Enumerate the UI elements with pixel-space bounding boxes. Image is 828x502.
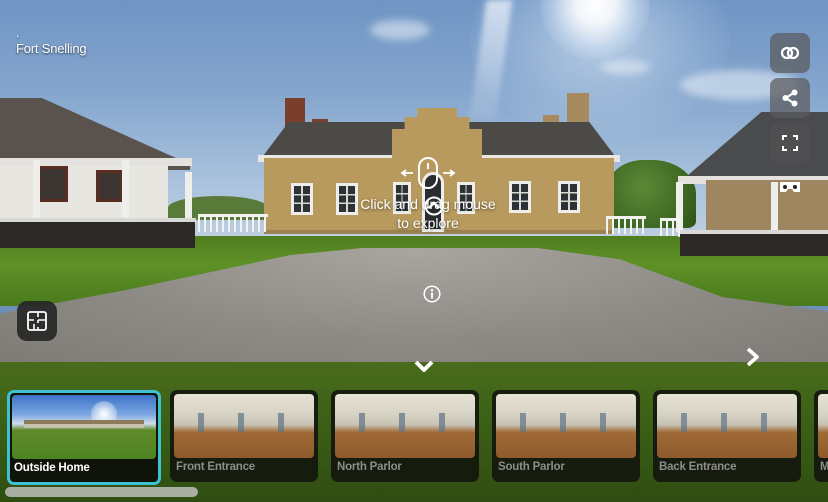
cloud (600, 60, 650, 74)
info-icon[interactable] (423, 285, 441, 303)
fence (606, 216, 646, 234)
porch-post (122, 160, 129, 222)
left-house-base (0, 222, 195, 248)
thumbnail-scrollbar[interactable] (5, 487, 198, 497)
fence (198, 214, 268, 232)
scene-thumbnail-front-entrance[interactable]: Front Entrance (170, 390, 318, 482)
scene-thumbnail-strip[interactable]: Outside Home Front Entrance North Parlor… (0, 388, 828, 485)
right-house-base (680, 234, 828, 256)
thumbnail-image (818, 394, 828, 458)
tour-subtitle: . (16, 26, 20, 40)
window (38, 166, 68, 202)
thumbnail-image (335, 394, 475, 458)
window (558, 181, 580, 213)
scene-label: Outside Home (14, 462, 90, 474)
scene-thumbnail-south-parlor[interactable]: South Parlor (492, 390, 640, 482)
fullscreen-button[interactable] (770, 123, 810, 163)
scene-thumbnail-outside-home[interactable]: Outside Home (7, 390, 161, 485)
fence (660, 218, 680, 236)
left-house-wall (0, 165, 168, 225)
scene-label: Back Entrance (659, 461, 737, 473)
drag-hint-line2: to explore (397, 215, 459, 231)
thumbnail-image (12, 395, 156, 459)
navigation-hotspot[interactable] (424, 196, 444, 216)
chevron-right-icon[interactable] (745, 346, 761, 368)
floorplan-icon (27, 311, 47, 331)
tour-title: Fort Snelling (16, 41, 87, 56)
porch-post (33, 160, 40, 222)
share-icon (782, 89, 798, 107)
share-button[interactable] (770, 78, 810, 118)
thumbnail-image (657, 394, 797, 458)
scene-label: South Parlor (498, 461, 565, 473)
window (291, 183, 313, 215)
thumbnail-image (174, 394, 314, 458)
toggle-view-button[interactable] (770, 33, 810, 73)
window (96, 170, 123, 202)
scene-label: Front Entrance (176, 461, 255, 473)
scene-label: M (820, 461, 828, 473)
thumbnail-image (496, 394, 636, 458)
vr-button[interactable] (770, 168, 810, 208)
fullscreen-icon (782, 135, 798, 151)
scene-thumbnail-partial[interactable]: M (814, 390, 828, 482)
scene-thumbnail-north-parlor[interactable]: North Parlor (331, 390, 479, 482)
porch-post (185, 172, 192, 220)
mouse-drag-icon (400, 157, 456, 189)
floorplan-button[interactable] (17, 301, 57, 341)
left-house-eave (0, 158, 192, 166)
drag-hint: Click and drag mouse to explore (330, 157, 526, 233)
cloud (370, 20, 430, 40)
scene-label: North Parlor (337, 461, 402, 473)
toggle-rings-icon (780, 46, 800, 60)
vr-headset-icon (780, 182, 800, 192)
chevron-down-icon[interactable] (413, 358, 435, 374)
scene-thumbnail-back-entrance[interactable]: Back Entrance (653, 390, 801, 482)
